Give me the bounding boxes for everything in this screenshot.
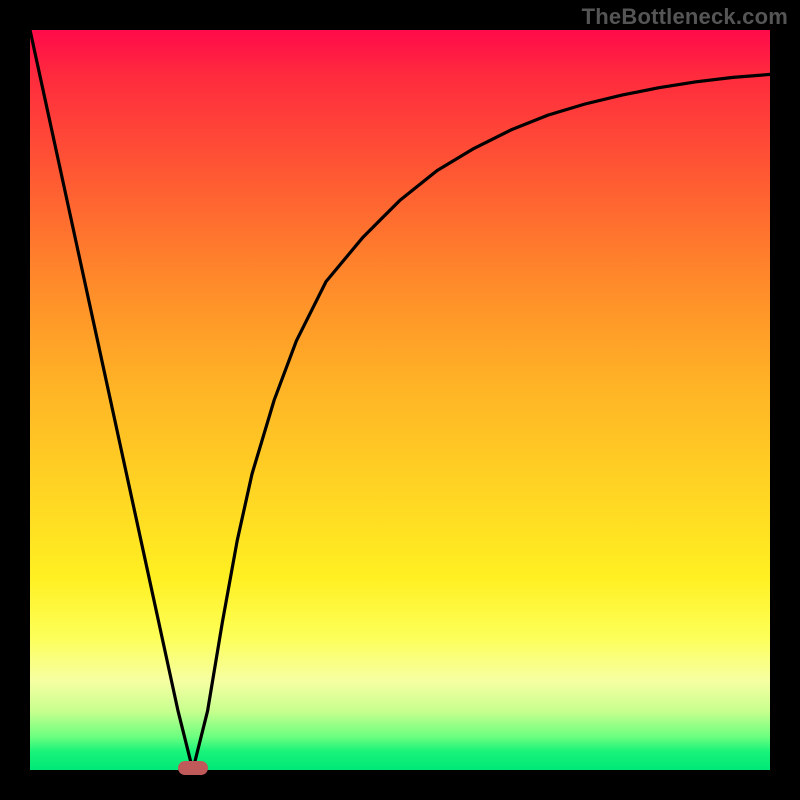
chart-container: TheBottleneck.com — [0, 0, 800, 800]
min-marker — [178, 761, 208, 775]
plot-area — [30, 30, 770, 770]
watermark-text: TheBottleneck.com — [582, 4, 788, 30]
curve-svg — [30, 30, 770, 770]
bottleneck-curve-path — [30, 30, 770, 770]
